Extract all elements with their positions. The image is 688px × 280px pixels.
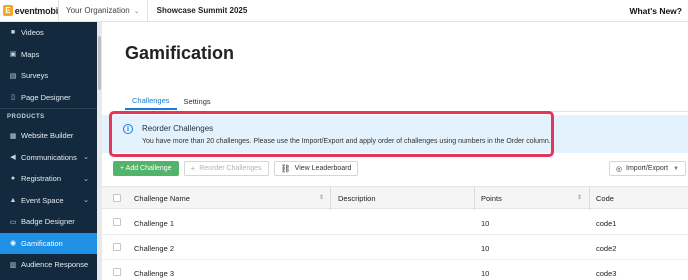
- row-checkbox[interactable]: [113, 243, 121, 251]
- cell-code: code3: [596, 269, 617, 278]
- sidebar-item-gamification[interactable]: ◉ Gamification: [0, 232, 97, 254]
- sidebar-item-label: Event Space: [21, 195, 64, 205]
- chevron-down-icon: ⌄: [83, 154, 89, 162]
- sidebar-item-surveys[interactable]: ▤ Surveys: [0, 65, 97, 87]
- sidebar-item-label: Audience Response: [21, 260, 89, 270]
- column-header-points[interactable]: Points: [481, 194, 502, 203]
- sidebar-item-badge-designer[interactable]: ▭ Badge Designer: [0, 211, 97, 233]
- sidebar-item-registration[interactable]: ● Registration ⌄: [0, 168, 97, 190]
- cell-code: code1: [596, 219, 617, 228]
- link-icon: ⛓: [280, 164, 291, 173]
- sidebar-item-label: Registration: [21, 174, 62, 184]
- logo-mark-icon: E: [3, 5, 13, 16]
- badge-icon: ▭: [9, 218, 17, 226]
- cell-points: 10: [481, 244, 490, 253]
- whats-new-link[interactable]: What's New?: [629, 6, 682, 16]
- column-header-challenge-name[interactable]: Challenge Name: [134, 194, 190, 203]
- action-bar: + Add Challenge + Reorder Challenges ⛓ V…: [113, 161, 363, 176]
- table-row[interactable]: Challenge 3 10 code3: [102, 260, 688, 280]
- row-checkbox[interactable]: [113, 268, 121, 276]
- tab-settings[interactable]: Settings: [177, 92, 218, 110]
- website-icon: ▦: [9, 132, 17, 140]
- table-row[interactable]: Challenge 2 10 code2: [102, 235, 688, 260]
- sidebar: ■ Videos ▣ Maps ▤ Surveys ▯ Page Designe…: [0, 22, 97, 280]
- sidebar-item-label: Surveys: [21, 71, 49, 81]
- table-row[interactable]: Challenge 1 10 code1: [102, 210, 688, 235]
- chevron-down-icon: ▼: [673, 165, 679, 172]
- eventmobi-logo[interactable]: E eventmobi: [0, 5, 58, 16]
- top-bar: E eventmobi Your Organization ⌄ Showcase…: [0, 0, 688, 22]
- chevron-down-icon: ⌄: [83, 197, 89, 205]
- sidebar-item-audience-response[interactable]: ▥ Audience Response: [0, 254, 97, 276]
- sidebar-item-label: Maps: [21, 49, 40, 59]
- page-icon: ▯: [11, 94, 15, 102]
- select-all-checkbox[interactable]: [113, 194, 121, 202]
- sidebar-item-label: Videos: [21, 28, 44, 38]
- event-name: Showcase Summit 2025: [146, 0, 257, 22]
- page-title: Gamification: [125, 43, 235, 63]
- cell-points: 10: [481, 269, 490, 278]
- organization-selector[interactable]: Your Organization ⌄: [58, 0, 147, 22]
- cell-points: 10: [481, 219, 490, 228]
- reorder-challenges-label: Reorder Challenges: [199, 165, 262, 172]
- column-header-description[interactable]: Description: [338, 194, 376, 203]
- column-divider: [474, 187, 475, 210]
- add-challenge-button[interactable]: + Add Challenge: [113, 161, 179, 176]
- video-icon: ■: [10, 29, 16, 37]
- map-icon: ▣: [9, 51, 17, 59]
- organization-label: Your Organization: [66, 6, 130, 15]
- chevron-down-icon: ⌄: [133, 7, 140, 15]
- import-export-label: Import/Export: [626, 165, 669, 172]
- row-checkbox[interactable]: [113, 218, 121, 226]
- tab-bar: Challenges Settings: [125, 92, 218, 110]
- cell-challenge-name: Challenge 2: [134, 244, 175, 253]
- tab-challenges[interactable]: Challenges: [125, 92, 177, 110]
- sidebar-scrollbar-thumb[interactable]: [98, 36, 101, 90]
- cell-code: code2: [596, 244, 617, 253]
- sidebar-item-videos[interactable]: ■ Videos: [0, 22, 97, 44]
- import-export-button[interactable]: ◎ Import/Export ▼: [608, 161, 686, 176]
- sidebar-item-label: Communications: [21, 152, 77, 162]
- sort-icon[interactable]: ⇕: [577, 194, 582, 201]
- chart-icon: ▥: [9, 261, 17, 269]
- sidebar-item-communications[interactable]: ◀ Communications ⌄: [0, 147, 97, 169]
- event-space-icon: ▲: [9, 196, 17, 204]
- eye-icon: ◎: [615, 165, 623, 173]
- sidebar-section-products: PRODUCTS: [0, 108, 97, 125]
- sidebar-item-label: Badge Designer: [21, 217, 75, 227]
- sidebar-item-website-builder[interactable]: ▦ Website Builder: [0, 125, 97, 147]
- column-divider: [589, 187, 590, 210]
- column-header-code[interactable]: Code: [596, 194, 614, 203]
- sidebar-item-event-space[interactable]: ▲ Event Space ⌄: [0, 190, 97, 212]
- plus-icon: +: [190, 164, 196, 173]
- table-header: Challenge Name ⇕ Description Points ⇕ Co…: [102, 186, 688, 210]
- sidebar-item-label: Page Designer: [21, 92, 71, 102]
- logo-text: eventmobi: [14, 5, 58, 16]
- sidebar-item-label: Gamification: [21, 238, 63, 248]
- sort-icon[interactable]: ⇕: [319, 194, 324, 201]
- column-divider: [330, 187, 331, 210]
- person-icon: ●: [10, 175, 16, 183]
- reorder-challenges-button[interactable]: + Reorder Challenges: [183, 161, 269, 176]
- gamepad-icon: ◉: [9, 240, 17, 248]
- chevron-down-icon: ⌄: [83, 175, 89, 183]
- sidebar-item-label: Website Builder: [21, 131, 74, 141]
- view-leaderboard-label: View Leaderboard: [294, 165, 352, 172]
- megaphone-icon: ◀: [10, 154, 16, 162]
- cell-challenge-name: Challenge 3: [134, 269, 175, 278]
- view-leaderboard-button[interactable]: ⛓ View Leaderboard: [273, 161, 359, 176]
- survey-icon: ▤: [9, 72, 17, 80]
- highlight-box: [109, 111, 554, 157]
- cell-challenge-name: Challenge 1: [134, 219, 175, 228]
- sidebar-item-maps[interactable]: ▣ Maps: [0, 44, 97, 66]
- sidebar-item-page-designer[interactable]: ▯ Page Designer: [0, 87, 97, 109]
- main-content: Gamification Challenges Settings i Reord…: [102, 22, 688, 280]
